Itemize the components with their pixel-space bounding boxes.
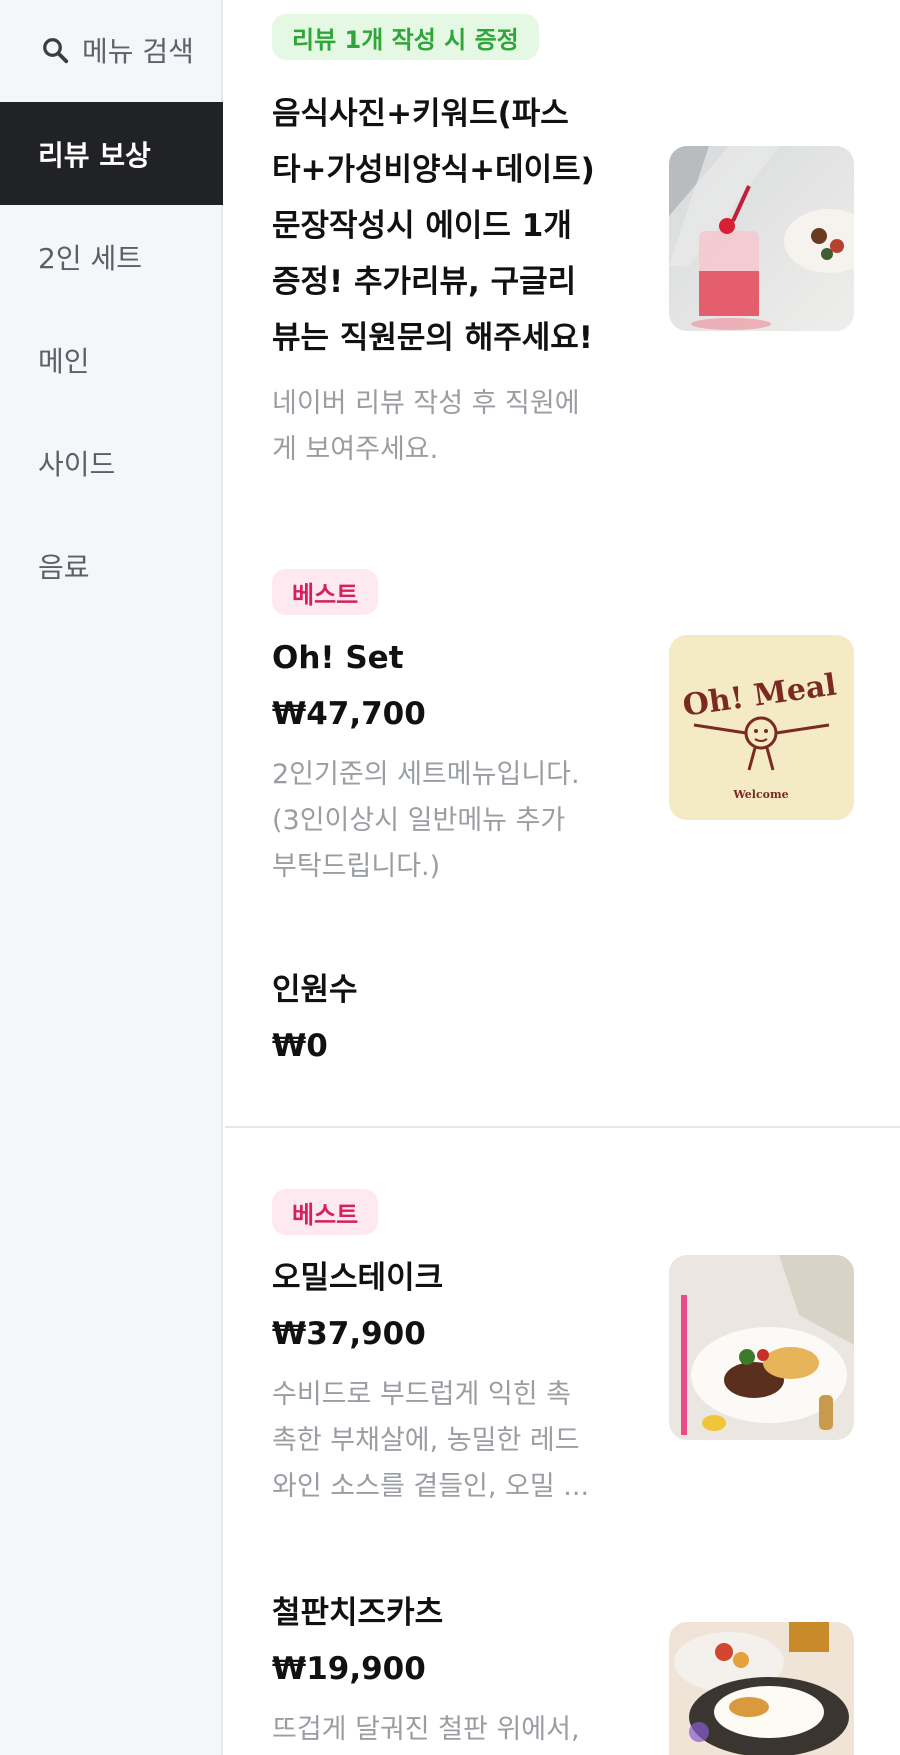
item-title: 음식사진+키워드(파스 타+가성비양식+데이트) 문장작성시 에이드 1개 증정… bbox=[272, 86, 612, 366]
menu-list: 리뷰 1개 작성 시 증정 음식사진+키워드(파스 타+가성비양식+데이트) 문… bbox=[225, 0, 900, 1755]
item-price: ₩47,700 bbox=[272, 696, 426, 732]
title-line: 증정! 추가리뷰, 구글리 bbox=[272, 264, 577, 300]
desc-line: 촉한 부채살에, 농밀한 레드 bbox=[272, 1425, 580, 1456]
item-name: Oh! Set bbox=[272, 640, 404, 676]
category-two-person-set[interactable]: 2인 세트 bbox=[0, 205, 223, 308]
item-name: 오밀스테이크 bbox=[272, 1260, 444, 1296]
title-line: 음식사진+키워드(파스 bbox=[272, 96, 569, 132]
cheese-katsu-photo bbox=[669, 1622, 854, 1755]
option-name: 인원수 bbox=[272, 972, 358, 1008]
ade-drink-photo bbox=[669, 146, 854, 331]
category-review-reward[interactable]: 리뷰 보상 bbox=[0, 102, 223, 205]
category-drinks[interactable]: 음료 bbox=[0, 514, 223, 617]
oh-meal-logo-image: Oh! Meal Welcome bbox=[669, 635, 854, 820]
menu-item-iron-cheese-katsu[interactable]: 철판치즈카츠 ₩19,900 뜨겁게 달궈진 철판 위에서, bbox=[272, 1585, 872, 1755]
svg-text:Welcome: Welcome bbox=[732, 788, 788, 801]
item-description: 수비드로 부드럽게 익힌 촉 촉한 부채살에, 농밀한 레드 와인 소스를 곁들… bbox=[272, 1372, 602, 1510]
desc-line: 네이버 리뷰 작성 후 직원에 bbox=[272, 388, 580, 419]
section-divider bbox=[225, 1126, 900, 1128]
menu-item-omil-steak[interactable]: 베스트 오밀스테이크 ₩37,900 수비드로 부드럽게 익힌 촉 촉한 부채살… bbox=[272, 1180, 872, 1510]
item-name: 철판치즈카츠 bbox=[272, 1595, 444, 1631]
steak-dish-photo bbox=[669, 1255, 854, 1440]
review-reward-badge: 리뷰 1개 작성 시 증정 bbox=[272, 14, 539, 60]
search-icon bbox=[43, 38, 69, 64]
category-side[interactable]: 사이드 bbox=[0, 411, 223, 514]
menu-item-review-reward[interactable]: 리뷰 1개 작성 시 증정 음식사진+키워드(파스 타+가성비양식+데이트) 문… bbox=[272, 0, 872, 500]
menu-search-button[interactable]: 메뉴 검색 bbox=[40, 30, 194, 70]
desc-line: 게 보여주세요. bbox=[272, 434, 439, 465]
search-label: 메뉴 검색 bbox=[82, 35, 194, 68]
item-price: ₩19,900 bbox=[272, 1651, 426, 1687]
desc-line: (3인이상시 일반메뉴 추가 bbox=[272, 805, 566, 836]
desc-line: 와인 소스를 곁들인, 오밀 ... bbox=[272, 1471, 590, 1502]
item-description: 뜨겁게 달궈진 철판 위에서, bbox=[272, 1707, 602, 1753]
item-description: 네이버 리뷰 작성 후 직원에 게 보여주세요. bbox=[272, 381, 602, 473]
option-price: ₩0 bbox=[272, 1028, 328, 1064]
category-sidebar: 메뉴 검색 리뷰 보상 2인 세트 메인 사이드 음료 bbox=[0, 0, 223, 1755]
category-main[interactable]: 메인 bbox=[0, 308, 223, 411]
desc-line: 2인기준의 세트메뉴입니다. bbox=[272, 759, 580, 790]
best-badge: 베스트 bbox=[272, 569, 379, 615]
best-badge: 베스트 bbox=[272, 1189, 379, 1235]
title-line: 타+가성비양식+데이트) bbox=[272, 152, 595, 188]
item-description: 2인기준의 세트메뉴입니다. (3인이상시 일반메뉴 추가 부탁드립니다.) bbox=[272, 752, 602, 890]
title-line: 문장작성시 에이드 1개 bbox=[272, 208, 572, 244]
desc-line: 수비드로 부드럽게 익힌 촉 bbox=[272, 1379, 571, 1410]
desc-line: 뜨겁게 달궈진 철판 위에서, bbox=[272, 1714, 580, 1745]
menu-item-oh-set[interactable]: 베스트 Oh! Set ₩47,700 2인기준의 세트메뉴입니다. (3인이상… bbox=[272, 560, 872, 1080]
title-line: 뷰는 직원문의 해주세요! bbox=[272, 320, 593, 356]
desc-line: 부탁드립니다.) bbox=[272, 851, 441, 882]
item-price: ₩37,900 bbox=[272, 1316, 426, 1352]
